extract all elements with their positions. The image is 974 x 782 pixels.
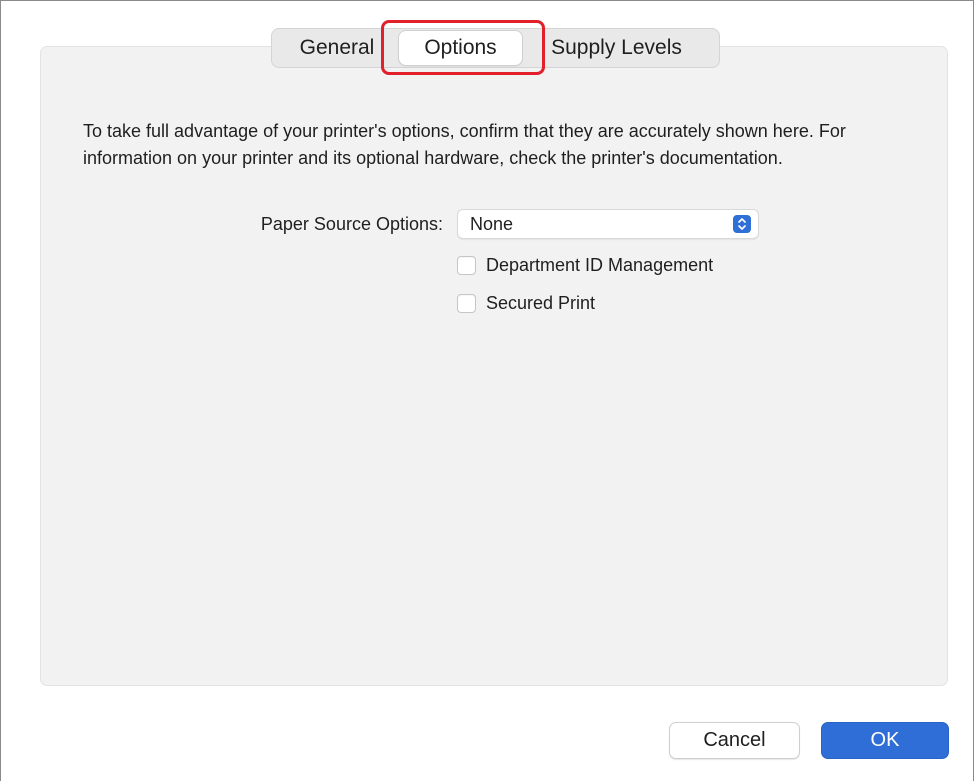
- chevron-up-down-glyph: [738, 218, 746, 230]
- printer-options-dialog: General Options Supply Levels To take fu…: [0, 0, 974, 781]
- tab-bar: General Options Supply Levels: [271, 28, 720, 68]
- secured-print-row[interactable]: Secured Print: [457, 293, 595, 314]
- description-text: To take full advantage of your printer's…: [83, 121, 846, 168]
- secured-print-checkbox[interactable]: [457, 294, 476, 313]
- paper-source-label: Paper Source Options:: [260, 214, 443, 234]
- department-id-row[interactable]: Department ID Management: [457, 255, 713, 276]
- secured-print-label: Secured Print: [486, 293, 596, 313]
- department-id-label: Department ID Management: [486, 255, 714, 275]
- ok-button[interactable]: OK: [821, 722, 949, 759]
- tab-supply-levels[interactable]: Supply Levels: [524, 31, 709, 65]
- department-id-checkbox[interactable]: [457, 256, 476, 275]
- tab-options[interactable]: Options: [399, 31, 522, 65]
- tab-general[interactable]: General: [272, 31, 397, 65]
- cancel-button[interactable]: Cancel: [669, 722, 800, 759]
- paper-source-value: None: [470, 213, 514, 234]
- chevron-up-down-icon: [733, 215, 751, 233]
- paper-source-select[interactable]: None: [457, 209, 759, 239]
